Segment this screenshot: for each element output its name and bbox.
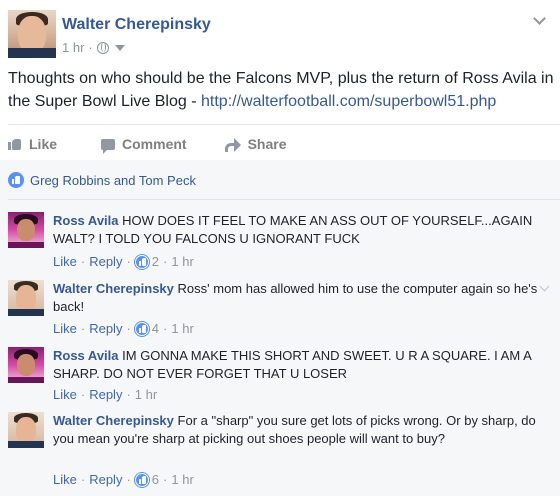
meta-dot: · [126, 387, 131, 402]
comment-time[interactable]: 1 hr [171, 254, 193, 269]
share-button[interactable]: Share [224, 136, 287, 152]
comment-time[interactable]: 1 hr [135, 387, 157, 402]
post-time[interactable]: 1 hr [62, 40, 84, 55]
comment-like-count[interactable]: 4 [134, 321, 160, 336]
like-badge-icon [134, 472, 149, 487]
comment-reply-link[interactable]: Reply [89, 321, 122, 336]
post-meta: 1 hr · [62, 40, 125, 55]
privacy-caret-icon[interactable] [114, 44, 125, 51]
comment-meta: Like · Reply · 1 hr [53, 387, 157, 402]
post-link[interactable]: http://walterfootball.com/superbowl51.ph… [201, 93, 496, 110]
like-badge-icon [134, 321, 149, 336]
comment-label: Comment [122, 136, 187, 152]
comment-body: Ross Avila HOW DOES IT FEEL TO MAKE AN A… [53, 212, 538, 248]
globe-icon[interactable] [96, 41, 109, 54]
comment-like-count[interactable]: 2 [134, 254, 160, 269]
comment-author[interactable]: Ross Avila [53, 213, 119, 228]
like-button[interactable]: Like [8, 136, 57, 152]
thumbs-up-icon [8, 138, 22, 150]
comment-body: Walter Cherepinsky Ross' mom has allowed… [53, 280, 538, 316]
comment-meta: Like · Reply · 6 · 1 hr [53, 472, 194, 487]
comment-bubble-icon [101, 138, 116, 154]
post-header: Walter Cherepinsky 1 hr · [8, 10, 560, 60]
comment-like-count[interactable]: 6 [134, 472, 160, 487]
comment-time[interactable]: 1 hr [171, 472, 193, 487]
comment-like-link[interactable]: Like [53, 472, 77, 487]
divider [8, 124, 560, 125]
meta-dot: · [126, 472, 131, 487]
comment-reply-link[interactable]: Reply [89, 254, 122, 269]
meta-dot: · [80, 387, 86, 402]
like-count: 6 [151, 472, 160, 487]
likes-divider [8, 199, 560, 200]
comment-meta: Like · Reply · 4 · 1 hr [53, 321, 194, 336]
post-author-name[interactable]: Walter Cherepinsky [62, 16, 211, 34]
comment-like-link[interactable]: Like [53, 254, 77, 269]
comment-body: Walter Cherepinsky For a "sharp" you sur… [53, 412, 538, 448]
share-label: Share [247, 136, 287, 152]
meta-dot: · [163, 472, 168, 487]
comment-author[interactable]: Walter Cherepinsky [53, 281, 174, 296]
like-count: 2 [151, 254, 160, 269]
comment-reply-link[interactable]: Reply [89, 387, 122, 402]
post-options-chevron-icon[interactable] [532, 12, 548, 28]
post-actions-bar: Like Comment Share [8, 134, 560, 154]
comment-text: IM GONNA MAKE THIS SHORT AND SWEET. U R … [53, 348, 532, 381]
like-badge-icon [134, 254, 149, 269]
meta-dot: · [126, 321, 131, 336]
comment-options-chevron-icon[interactable] [538, 282, 552, 296]
comment-like-link[interactable]: Like [53, 321, 77, 336]
comment-text: HOW DOES IT FEEL TO MAKE AN ASS OUT OF Y… [53, 213, 533, 246]
comment-reply-link[interactable]: Reply [89, 472, 122, 487]
likes-summary-text[interactable]: Greg Robbins and Tom Peck [30, 173, 196, 188]
meta-dot: · [80, 321, 86, 336]
comment-like-link[interactable]: Like [53, 387, 77, 402]
post-text: Thoughts on who should be the Falcons MV… [8, 67, 556, 113]
comment-author[interactable]: Ross Avila [53, 348, 119, 363]
comment-author[interactable]: Walter Cherepinsky [53, 413, 174, 428]
comment-time[interactable]: 1 hr [171, 321, 193, 336]
commenter-avatar[interactable] [8, 412, 44, 448]
meta-dot: · [80, 472, 86, 487]
comment-meta: Like · Reply · 2 · 1 hr [53, 254, 194, 269]
meta-dot: · [80, 254, 86, 269]
comment-button[interactable]: Comment [101, 136, 187, 154]
commenter-avatar[interactable] [8, 280, 44, 316]
commenter-avatar[interactable] [8, 347, 44, 383]
like-label: Like [29, 136, 58, 152]
meta-dot: · [126, 254, 131, 269]
like-badge-icon [8, 172, 24, 188]
like-count: 4 [151, 321, 160, 336]
meta-separator: · [88, 40, 93, 55]
commenter-avatar[interactable] [8, 212, 44, 248]
meta-dot: · [163, 254, 168, 269]
author-avatar[interactable] [8, 10, 56, 58]
comment-body: Ross Avila IM GONNA MAKE THIS SHORT AND … [53, 347, 538, 383]
meta-dot: · [163, 321, 168, 336]
share-arrow-icon [224, 138, 241, 152]
likes-summary[interactable]: Greg Robbins and Tom Peck [8, 172, 196, 188]
